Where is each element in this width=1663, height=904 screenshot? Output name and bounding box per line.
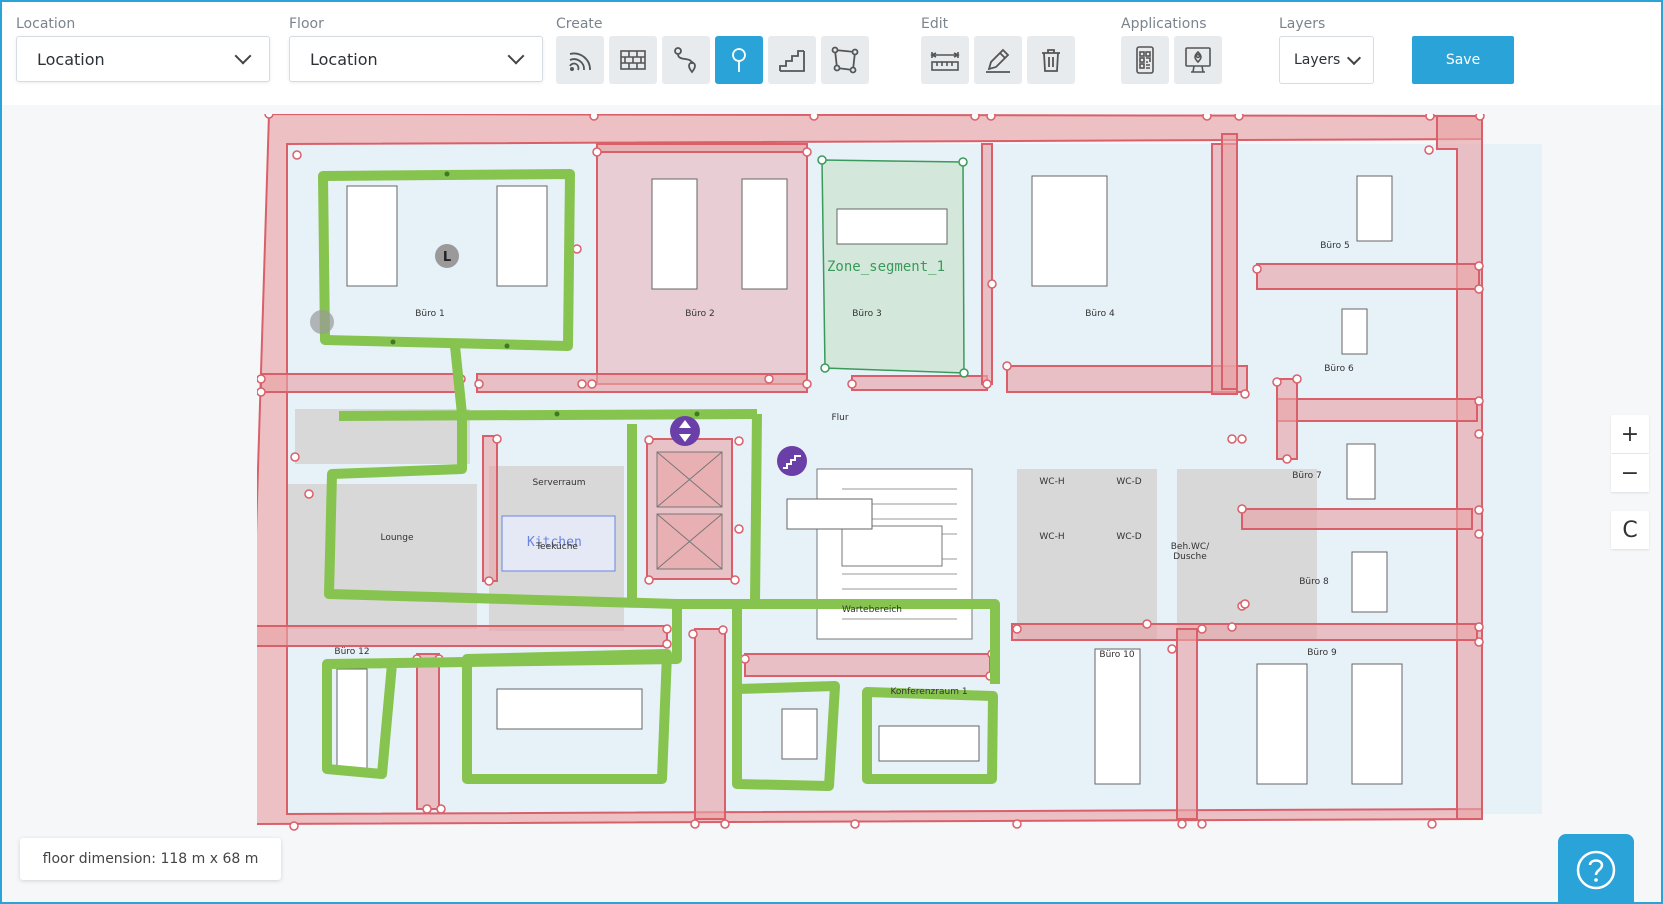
lounge-room [287, 484, 477, 629]
kiosk-tool-button[interactable] [1174, 36, 1222, 84]
kiosk-icon [1185, 47, 1211, 73]
wall-icon [620, 50, 646, 70]
qr-code-icon [1136, 46, 1154, 74]
room-label-wch1: WC-H [1039, 477, 1064, 487]
zoom-in-button[interactable]: + [1611, 415, 1649, 453]
stairs-tool-button[interactable] [768, 36, 816, 84]
room-label-buero9: Büro 9 [1307, 648, 1337, 658]
layers-dropdown[interactable]: Layers [1279, 36, 1374, 84]
reset-view-button[interactable]: C [1611, 511, 1649, 549]
trash-tool-button[interactable] [1027, 36, 1075, 84]
qr-code-tool-button[interactable] [1121, 36, 1169, 84]
chevron-down-icon [507, 47, 525, 65]
layers-value: Layers [1294, 52, 1341, 68]
polygon-tool-button[interactable] [821, 36, 869, 84]
room-label-buero7: Büro 7 [1292, 471, 1321, 481]
floor-dimension-info: floor dimension: 118 m x 68 m [20, 838, 281, 880]
pin-tool-button[interactable] [715, 36, 763, 84]
room-label-buero10: Büro 10 [1099, 650, 1134, 660]
marker-label: L [443, 250, 451, 265]
room-label-konferenz: Konferenzraum 1 [890, 687, 967, 697]
floor-value: Location [310, 49, 378, 69]
room-label-wartebereich: Wartebereich [842, 605, 902, 615]
room-label-buero5: Büro 5 [1320, 241, 1349, 251]
room-label-flur: Flur [831, 413, 848, 423]
stairs-icon [779, 50, 805, 72]
chevron-down-icon [1346, 50, 1362, 65]
wifi-tool-button[interactable] [556, 36, 604, 84]
save-button[interactable]: Save [1412, 36, 1514, 84]
room-label-buero2: Büro 2 [685, 309, 714, 319]
location-label: Location [16, 16, 76, 32]
layers-label: Layers [1279, 16, 1326, 32]
edit-label: Edit [921, 16, 949, 32]
help-button[interactable] [1558, 834, 1634, 902]
floor-plan[interactable]: Zone_segment_1 Kitchen L Büro 1 Büro 2 B… [257, 114, 1582, 882]
wc-h-room [1017, 469, 1157, 639]
room-label-buero3: Büro 3 [852, 309, 881, 319]
help-icon [1576, 850, 1616, 890]
room-label-serverraum: Serverraum [532, 478, 585, 488]
room-label-wcd1: WC-D [1116, 477, 1141, 487]
room-label-dusche: Dusche [1173, 552, 1207, 562]
toolbar: Location Location Floor Location Create [2, 2, 1661, 105]
polygon-icon [831, 46, 859, 74]
pencil-icon [986, 48, 1010, 73]
room-label-buero8: Büro 8 [1299, 577, 1329, 587]
room-label-wch2: WC-H [1039, 532, 1064, 542]
stair-landing [841, 525, 943, 567]
floor-dropdown[interactable]: Location [289, 36, 543, 82]
chevron-down-icon [234, 47, 252, 65]
measure-tool-button[interactable] [921, 36, 969, 84]
room-label-buero6: Büro 6 [1324, 364, 1354, 374]
room-label-behwc: Beh.WC/ [1171, 542, 1210, 552]
zone-label: Zone_segment_1 [827, 259, 945, 275]
wifi-icon [569, 52, 591, 71]
location-dropdown[interactable]: Location [16, 36, 270, 82]
measure-icon [930, 52, 960, 71]
room-label-buero1: Büro 1 [415, 309, 444, 319]
pin-icon [732, 48, 746, 72]
pencil-tool-button[interactable] [974, 36, 1022, 84]
room-label-teekueche: Teeküche [535, 542, 578, 552]
room-label-buero12: Büro 12 [334, 647, 369, 657]
location-value: Location [37, 49, 105, 69]
trash-icon [1042, 49, 1060, 72]
wall-tool-button[interactable] [609, 36, 657, 84]
zoom-out-button[interactable]: − [1611, 454, 1649, 492]
create-label: Create [556, 16, 603, 32]
applications-label: Applications [1121, 16, 1207, 32]
route-tool-button[interactable] [662, 36, 710, 84]
waypoint-marker[interactable] [310, 310, 334, 334]
room-label-wcd2: WC-D [1116, 532, 1141, 542]
route-icon [674, 47, 696, 74]
app-frame: Location Location Floor Location Create [0, 0, 1663, 904]
room-label-lounge: Lounge [380, 533, 413, 543]
room-label-buero4: Büro 4 [1085, 309, 1115, 319]
floor-label: Floor [289, 16, 324, 32]
